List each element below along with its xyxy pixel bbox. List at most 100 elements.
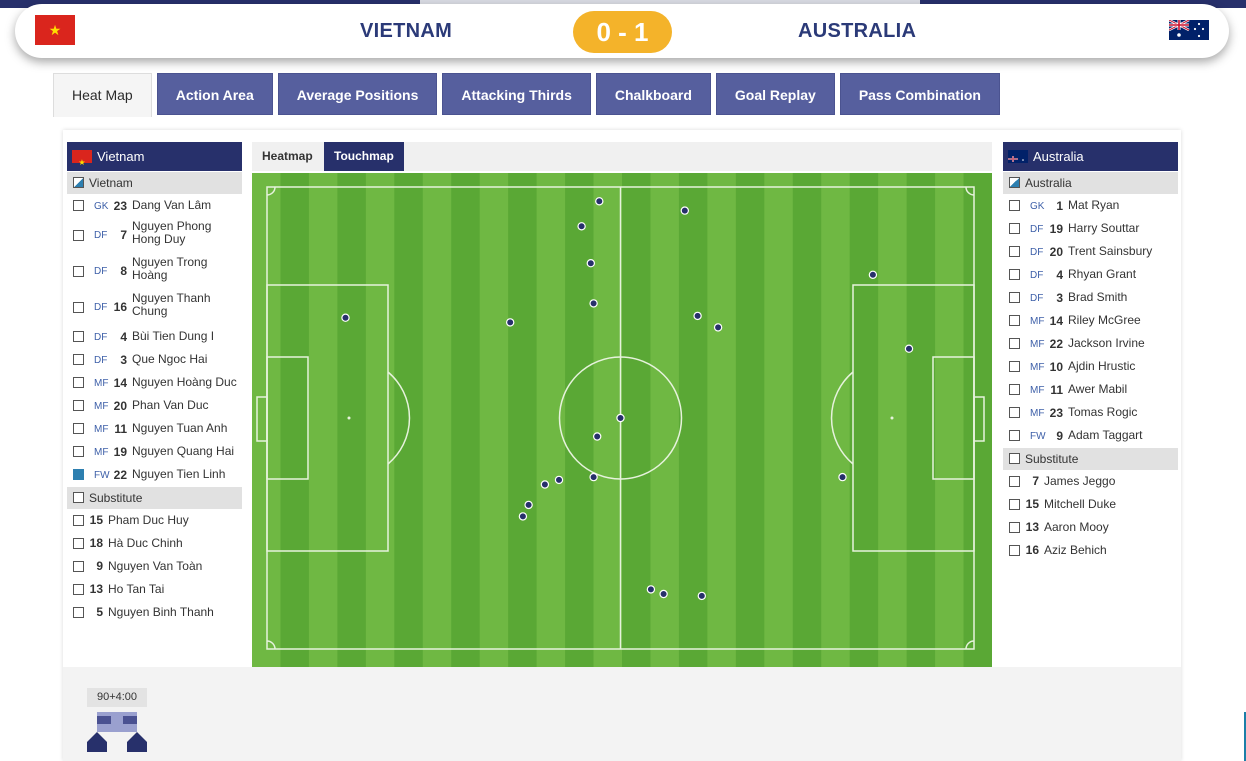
substitute-row[interactable]: 5 Nguyen Binh Thanh (67, 601, 242, 624)
pitch-stripe (479, 173, 509, 667)
player-number: 22 (113, 467, 127, 482)
player-checkbox[interactable] (73, 301, 84, 313)
player-row[interactable]: GK 23 Dang Van Lâm (67, 194, 242, 217)
substitute-number: 18 (89, 536, 103, 550)
substitute-row[interactable]: 13 Aaron Mooy (1003, 516, 1178, 539)
player-checkbox[interactable] (1009, 430, 1020, 441)
substitute-name: Aziz Behich (1044, 543, 1107, 557)
player-row[interactable]: MF 11 Awer Mabil (1003, 378, 1178, 401)
substitute-row[interactable]: 18 Hà Duc Chinh (67, 532, 242, 555)
touch-point (646, 585, 656, 594)
substitute-row[interactable]: 9 Nguyen Van Toàn (67, 555, 242, 578)
substitute-row[interactable]: 7 James Jeggo (1003, 470, 1178, 493)
tab-goal-replay[interactable]: Goal Replay (715, 73, 835, 115)
player-checkbox[interactable] (1009, 338, 1020, 349)
player-checkbox[interactable] (1009, 384, 1020, 395)
player-row[interactable]: DF 20 Trent Sainsbury (1003, 240, 1178, 263)
player-row[interactable]: MF 19 Nguyen Quang Hai (67, 440, 242, 463)
player-checkbox[interactable] (73, 354, 84, 365)
player-number: 23 (1049, 405, 1063, 420)
substitute-row[interactable]: 15 Pham Duc Huy (67, 509, 242, 532)
player-name: Phan Van Duc (132, 397, 209, 412)
home-group-checkbox[interactable] (73, 177, 84, 188)
player-row[interactable]: FW 22 Nguyen Tien Linh (67, 463, 242, 486)
player-name: Tomas Rogic (1068, 404, 1138, 419)
tab-pass-combination[interactable]: Pass Combination (839, 73, 1000, 115)
player-row[interactable]: DF 7 Nguyen Phong Hong Duy (67, 217, 242, 253)
player-checkbox[interactable] (1009, 200, 1020, 211)
tab-heat-map[interactable]: Heat Map (53, 73, 152, 117)
player-row[interactable]: DF 3 Brad Smith (1003, 286, 1178, 309)
player-name: Nguyen Tien Linh (132, 466, 226, 481)
tab-action-area[interactable]: Action Area (156, 73, 273, 115)
player-row[interactable]: MF 22 Jackson Irvine (1003, 332, 1178, 355)
timeline-marker-icon[interactable] (87, 712, 147, 752)
substitute-number: 13 (1025, 520, 1039, 534)
player-checkbox[interactable] (73, 423, 84, 434)
player-row[interactable]: MF 14 Nguyen Hoàng Duc (67, 371, 242, 394)
tab-attacking-thirds[interactable]: Attacking Thirds (442, 73, 591, 115)
player-row[interactable]: DF 19 Harry Souttar (1003, 217, 1178, 240)
pitch-stripe (707, 173, 736, 667)
player-number: 1 (1056, 198, 1063, 213)
player-name: Dang Van Lâm (132, 197, 212, 212)
player-checkbox[interactable] (1009, 292, 1020, 303)
player-checkbox[interactable] (1009, 407, 1020, 418)
substitute-number: 5 (96, 605, 103, 619)
away-group-checkbox[interactable] (1009, 177, 1020, 188)
player-row[interactable]: DF 4 Rhyan Grant (1003, 263, 1178, 286)
player-number: 9 (1056, 428, 1063, 443)
player-checkbox[interactable] (73, 229, 84, 241)
player-number: 19 (1049, 221, 1063, 236)
player-checkbox[interactable] (73, 400, 84, 411)
analysis-tabs: Heat Map Action Area Average Positions Atta… (53, 73, 1000, 117)
view-subtabs: Heatmap Touchmap (252, 142, 992, 171)
tab-chalkboard[interactable]: Chalkboard (595, 73, 711, 115)
touch-point (868, 270, 878, 280)
substitute-name: James Jeggo (1044, 474, 1116, 488)
player-row[interactable]: DF 3 Que Ngoc Hai (67, 348, 242, 371)
player-checkbox[interactable] (1009, 269, 1020, 280)
home-substitute-row[interactable]: Substitute (67, 487, 242, 509)
player-checkbox[interactable] (73, 331, 84, 342)
player-checkbox[interactable] (1009, 223, 1020, 234)
substitute-name: Aaron Mooy (1044, 520, 1109, 534)
player-row[interactable]: MF 14 Riley McGree (1003, 309, 1178, 332)
home-roster-title: Vietnam (97, 149, 145, 164)
player-row[interactable]: FW 9 Adam Taggart (1003, 424, 1178, 447)
player-row[interactable]: DF 4 Bùi Tien Dung I (67, 325, 242, 348)
substitute-row[interactable]: 16 Aziz Behich (1003, 539, 1178, 562)
substitute-row[interactable]: 15 Mitchell Duke (1003, 493, 1178, 516)
player-row[interactable]: GK 1 Mat Ryan (1003, 194, 1178, 217)
player-checkbox[interactable] (1009, 246, 1020, 257)
away-substitute-checkbox[interactable] (1009, 453, 1020, 464)
touch-point (838, 472, 847, 482)
player-checkbox[interactable] (73, 200, 84, 211)
player-row[interactable]: MF 20 Phan Van Duc (67, 394, 242, 417)
player-checkbox[interactable] (73, 446, 84, 457)
home-group-row[interactable]: Vietnam (67, 172, 242, 194)
timeline-time-label: 90+4:00 (87, 688, 147, 707)
player-number: 14 (1049, 313, 1063, 328)
touch-point (506, 318, 515, 327)
player-checkbox[interactable] (1009, 361, 1020, 372)
player-number: 11 (1050, 382, 1063, 397)
player-row[interactable]: DF 16 Nguyen Thanh Chung (67, 289, 242, 325)
player-row[interactable]: MF 10 Ajdin Hrustic (1003, 355, 1178, 378)
away-substitute-row[interactable]: Substitute (1003, 448, 1178, 470)
player-row[interactable]: DF 8 Nguyen Trong Hoàng (67, 253, 242, 289)
subtab-touchmap[interactable]: Touchmap (324, 142, 404, 171)
subtab-heatmap[interactable]: Heatmap (252, 142, 323, 171)
home-substitute-checkbox[interactable] (73, 492, 84, 503)
tab-average-positions[interactable]: Average Positions (277, 73, 438, 115)
player-row[interactable]: MF 11 Nguyen Tuan Anh (67, 417, 242, 440)
player-checkbox[interactable] (73, 265, 84, 277)
substitute-row[interactable]: 13 Ho Tan Tai (67, 578, 242, 601)
away-group-row[interactable]: Australia (1003, 172, 1178, 194)
player-checkbox[interactable] (1009, 315, 1020, 326)
home-group-label: Vietnam (89, 176, 133, 190)
player-checkbox[interactable] (73, 377, 84, 388)
player-checkbox[interactable] (73, 469, 84, 480)
player-row[interactable]: MF 23 Tomas Rogic (1003, 401, 1178, 424)
substitute-name: Nguyen Van Toàn (108, 559, 203, 573)
